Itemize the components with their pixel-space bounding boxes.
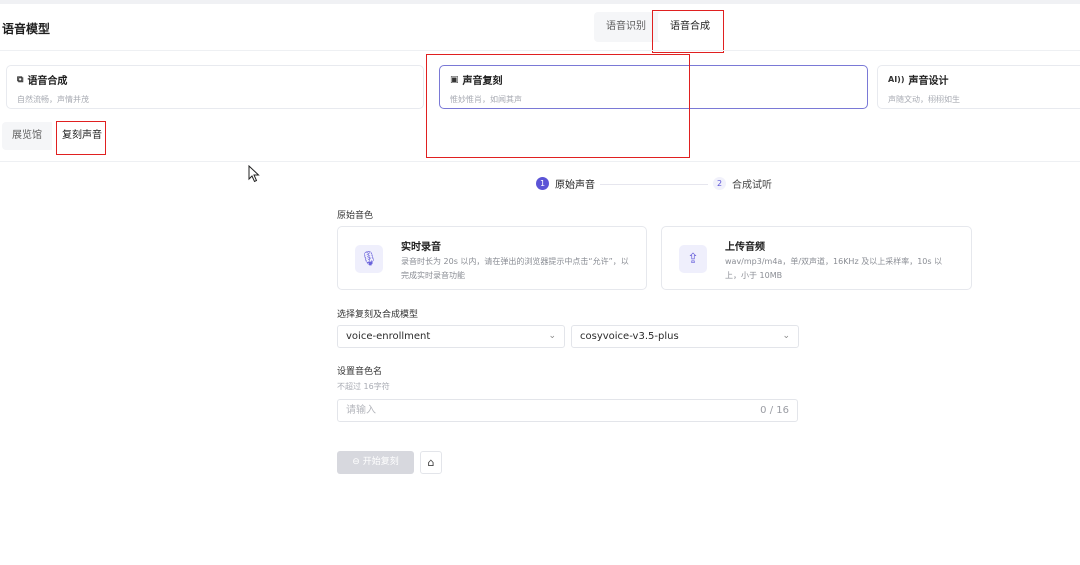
- card-desc: 声随文动，栩栩如生: [888, 95, 960, 104]
- step-1: 1 原始声音: [536, 176, 595, 191]
- ai-voice-design-icon: AI)): [888, 75, 905, 84]
- speech-synthesis-icon: ⧉: [17, 74, 24, 85]
- step-2: 2 合成试听: [713, 176, 772, 191]
- start-clone-button[interactable]: ⊖ 开始复刻: [337, 451, 414, 474]
- step-number: 2: [713, 177, 726, 190]
- voice-name-input[interactable]: 请输入 0 / 16: [337, 399, 798, 422]
- source-voice-label: 原始音色: [337, 211, 374, 221]
- voice-name-hint: 不超过 16字符: [337, 382, 390, 391]
- realtime-record-option[interactable]: 🎙 实时录音 录音时长为 20s 以内，请在弹出的浏览器提示中点击“允许”，以完…: [337, 226, 647, 290]
- mouse-cursor-icon: [248, 165, 260, 183]
- step-label: 原始声音: [555, 180, 595, 191]
- char-counter: 0 / 16: [760, 405, 789, 416]
- enrollment-model-select[interactable]: voice-enrollment ⌄: [337, 325, 565, 348]
- upload-audio-option[interactable]: ⇪ 上传音频 wav/mp3/m4a，单/双声道，16KHz 及以上采样率，10…: [661, 226, 972, 290]
- top-divider: [0, 0, 1080, 4]
- page-title: 语音模型: [2, 22, 51, 36]
- tab-gallery[interactable]: 展览馆: [2, 122, 52, 150]
- chevron-down-icon: ⌄: [548, 331, 556, 341]
- header-divider: [0, 50, 1080, 51]
- option-desc: wav/mp3/m4a，单/双声道，16KHz 及以上采样率，10s 以上，小于…: [725, 257, 943, 280]
- option-title: 上传音频: [725, 242, 765, 253]
- card-speech-synthesis[interactable]: ⧉ 语音合成 自然流畅，声情并茂: [6, 65, 424, 109]
- mode-tabs: 语音识别 语音合成: [594, 12, 722, 42]
- tab-clone-voice[interactable]: 复刻声音: [52, 122, 112, 150]
- button-label: 开始复刻: [362, 457, 399, 467]
- select-value: cosyvoice-v3.5-plus: [580, 331, 679, 342]
- voice-clone-icon: ▣: [450, 74, 459, 85]
- step-connector: [600, 184, 708, 185]
- card-voice-clone[interactable]: ▣ 声音复刻 惟妙惟肖，如闻其声: [439, 65, 868, 109]
- card-voice-design[interactable]: AI)) 声音设计 声随文动，栩栩如生: [877, 65, 1080, 109]
- input-placeholder: 请输入: [346, 405, 376, 416]
- option-desc: 录音时长为 20s 以内，请在弹出的浏览器提示中点击“允许”，以完成实时录音功能: [401, 257, 629, 280]
- tab-speech-recognition[interactable]: 语音识别: [594, 12, 658, 42]
- tab-speech-synthesis[interactable]: 语音合成: [658, 12, 722, 42]
- sub-tabs: 展览馆 复刻声音: [2, 122, 112, 150]
- select-value: voice-enrollment: [346, 331, 431, 342]
- broom-icon: ⌂: [427, 456, 435, 469]
- upload-icon: ⇪: [679, 245, 707, 273]
- synthesis-model-select[interactable]: cosyvoice-v3.5-plus ⌄: [571, 325, 799, 348]
- model-label: 选择复刻及合成模型: [337, 310, 419, 320]
- card-title: 语音合成: [27, 76, 68, 87]
- step-number: 1: [536, 177, 549, 190]
- voice-name-label: 设置音色名: [337, 367, 383, 377]
- option-title: 实时录音: [401, 242, 441, 253]
- step-label: 合成试听: [732, 180, 772, 191]
- card-title: 声音复刻: [462, 76, 503, 87]
- section-divider: [0, 161, 1080, 162]
- disabled-icon: ⊖: [352, 457, 360, 467]
- clear-button[interactable]: ⌂: [420, 451, 442, 474]
- card-desc: 惟妙惟肖，如闻其声: [450, 95, 522, 104]
- microphone-icon: 🎙: [355, 245, 383, 273]
- chevron-down-icon: ⌄: [782, 331, 790, 341]
- card-desc: 自然流畅，声情并茂: [17, 95, 89, 104]
- card-title: 声音设计: [908, 76, 949, 87]
